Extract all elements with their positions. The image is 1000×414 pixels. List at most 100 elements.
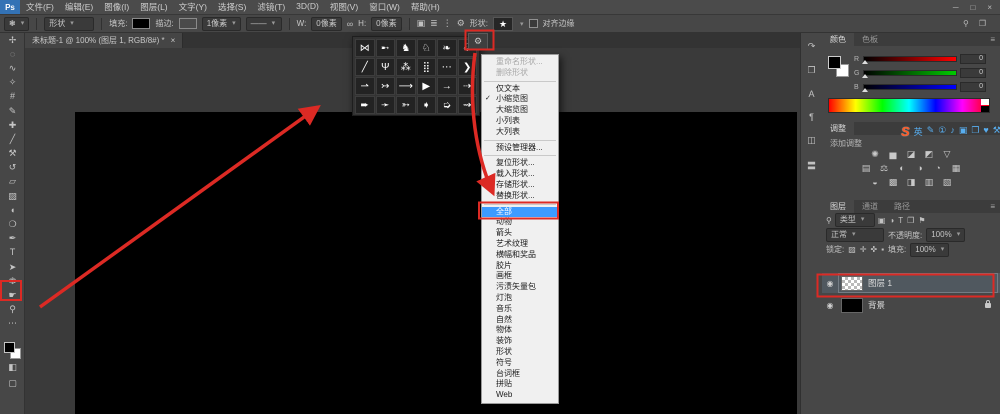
- clone-stamp-tool[interactable]: ⚒: [0, 147, 25, 161]
- slider-knob[interactable]: [862, 60, 868, 64]
- shape-tile-thin-arrow[interactable]: ⇀: [355, 77, 375, 95]
- menu-item-16[interactable]: 全部: [482, 207, 558, 218]
- shape-tile-dashes[interactable]: ⋯: [437, 58, 457, 76]
- menubar-item-0[interactable]: 文件(F): [26, 1, 54, 13]
- fill-field[interactable]: 100%: [910, 243, 949, 257]
- shape-tile-bone[interactable]: ⋈: [355, 39, 375, 57]
- menubar-item-2[interactable]: 图像(I): [104, 1, 129, 13]
- exposure-icon[interactable]: ◩: [923, 149, 935, 160]
- invert-icon[interactable]: ◒: [869, 177, 881, 188]
- menu-item-33[interactable]: Web: [482, 390, 558, 401]
- menu-item-24[interactable]: 灯泡: [482, 293, 558, 304]
- slider-track[interactable]: [863, 70, 957, 76]
- foreground-background-swatches[interactable]: [4, 342, 20, 358]
- black-swatch[interactable]: [981, 106, 989, 112]
- menubar-item-6[interactable]: 滤镜(T): [257, 1, 285, 13]
- slider-knob[interactable]: [862, 74, 868, 78]
- number-one-icon[interactable]: ①: [938, 125, 946, 138]
- brush-tool[interactable]: ╱: [0, 132, 25, 146]
- edit-toolbar-tool[interactable]: ⋯: [0, 317, 25, 331]
- quick-selection-tool[interactable]: ✧: [0, 76, 25, 90]
- height-field[interactable]: 0像素: [371, 17, 401, 31]
- visibility-eye-icon[interactable]: ◉: [825, 279, 835, 288]
- menu-item-11[interactable]: 复位形状...: [482, 158, 558, 169]
- gradient-tool[interactable]: ▨: [0, 189, 25, 203]
- menubar-item-7[interactable]: 3D(D): [296, 1, 319, 13]
- search-icon[interactable]: ⚲: [963, 19, 969, 28]
- path-operations-icon[interactable]: ▣: [417, 18, 426, 29]
- shape-tile-pentagon-arrow[interactable]: ➧: [417, 96, 437, 114]
- tool-preset-dropdown[interactable]: ❃: [4, 17, 29, 31]
- path-align-icon[interactable]: ≣: [430, 18, 438, 29]
- heart-icon[interactable]: ♥: [983, 125, 988, 138]
- color-spectrum-bar[interactable]: [828, 98, 990, 113]
- menu-item-17[interactable]: 动物: [482, 217, 558, 228]
- menu-item-3[interactable]: 仅文本: [482, 84, 558, 95]
- menu-item-13[interactable]: 存储形状...: [482, 180, 558, 191]
- menubar-item-8[interactable]: 视图(V): [330, 1, 358, 13]
- gradient-map-icon[interactable]: ▥: [923, 177, 935, 188]
- brightness-contrast-icon[interactable]: ✺: [869, 149, 881, 160]
- tool-mode-select[interactable]: 形状: [44, 17, 94, 31]
- keyboard-icon[interactable]: ▣: [959, 125, 968, 138]
- stroke-width-field[interactable]: 1像素: [202, 17, 241, 31]
- slider-value[interactable]: 0: [960, 82, 986, 92]
- threshold-icon[interactable]: ◨: [905, 177, 917, 188]
- hand-tool[interactable]: ☛: [0, 288, 25, 302]
- menu-item-25[interactable]: 音乐: [482, 304, 558, 315]
- layer-thumbnail[interactable]: [841, 298, 863, 313]
- tab-adjustments[interactable]: 调整: [822, 122, 854, 135]
- path-arrange-icon[interactable]: ⋮: [443, 18, 452, 29]
- pen-tool[interactable]: ✒: [0, 232, 25, 246]
- lock-position-icon[interactable]: ✜: [871, 245, 878, 254]
- menu-item-20[interactable]: 横幅和奖品: [482, 250, 558, 261]
- shape-tile-feathered-arrow[interactable]: ↣: [376, 77, 396, 95]
- filter-adjustment-icon[interactable]: ◑: [889, 216, 894, 225]
- color-balance-icon[interactable]: ⚖: [878, 163, 890, 174]
- shape-tile-snail[interactable]: ❧: [437, 39, 457, 57]
- workspace-icon[interactable]: ❐: [979, 19, 986, 28]
- stroke-type-select[interactable]: ——: [246, 17, 282, 31]
- hue-saturation-icon[interactable]: ▤: [860, 163, 872, 174]
- quick-mask-icon[interactable]: ◧: [8, 362, 17, 373]
- shape-tile-chevron-arrow[interactable]: ❯: [458, 58, 478, 76]
- black-white-icon[interactable]: ◐: [896, 163, 908, 174]
- tab-swatches[interactable]: 色板: [854, 33, 886, 46]
- link-dimensions-icon[interactable]: ∞: [347, 19, 353, 29]
- opacity-field[interactable]: 100%: [926, 228, 965, 242]
- menu-item-31[interactable]: 台词框: [482, 369, 558, 380]
- menubar-item-4[interactable]: 文字(Y): [179, 1, 207, 13]
- geometry-options-gear-icon[interactable]: ⚙: [457, 18, 465, 29]
- vibrance-icon[interactable]: ▽: [941, 149, 953, 160]
- shape-tile-long-arrow[interactable]: ⟶: [396, 77, 416, 95]
- layer-name[interactable]: 背景: [868, 299, 885, 311]
- eraser-tool[interactable]: ▱: [0, 175, 25, 189]
- foreground-color-swatch[interactable]: [828, 56, 841, 69]
- timeline-panel-icon[interactable]: 〓: [807, 159, 816, 172]
- filter-pixel-icon[interactable]: ▣: [878, 216, 886, 225]
- document-tab[interactable]: 未标题-1 @ 100% (图层 1, RGB/8#) * ×: [25, 33, 183, 48]
- paragraph-panel-icon[interactable]: ¶: [809, 112, 814, 122]
- fill-swatch[interactable]: [132, 18, 150, 29]
- menu-item-18[interactable]: 箭头: [482, 228, 558, 239]
- menu-item-22[interactable]: 画框: [482, 271, 558, 282]
- menu-item-4[interactable]: 小缩览图✓: [482, 94, 558, 105]
- info-panel-icon[interactable]: ◫: [807, 135, 816, 146]
- foreground-color-swatch[interactable]: [4, 342, 15, 353]
- levels-icon[interactable]: ▅: [887, 149, 899, 160]
- tab-paths[interactable]: 路径: [886, 200, 918, 213]
- shape-tile-bird-footprint[interactable]: Ψ: [376, 58, 396, 76]
- shape-tile-paw-print-small[interactable]: ⁂: [396, 58, 416, 76]
- curves-icon[interactable]: ◪: [905, 149, 917, 160]
- shape-tile-cat[interactable]: ♞: [396, 39, 416, 57]
- menu-item-29[interactable]: 形状: [482, 347, 558, 358]
- custom-shape-tool[interactable]: ❃: [0, 274, 25, 288]
- panel-menu-icon[interactable]: ≡: [990, 200, 1000, 213]
- slider-value[interactable]: 0: [960, 54, 986, 64]
- shape-picker-caret-icon[interactable]: [518, 19, 524, 28]
- color-panel-swatches[interactable]: [828, 56, 850, 78]
- input-mode-icon[interactable]: 英: [914, 125, 923, 138]
- filter-type-icon[interactable]: T: [898, 216, 903, 225]
- slider-knob[interactable]: [862, 88, 868, 92]
- menu-item-26[interactable]: 自然: [482, 315, 558, 326]
